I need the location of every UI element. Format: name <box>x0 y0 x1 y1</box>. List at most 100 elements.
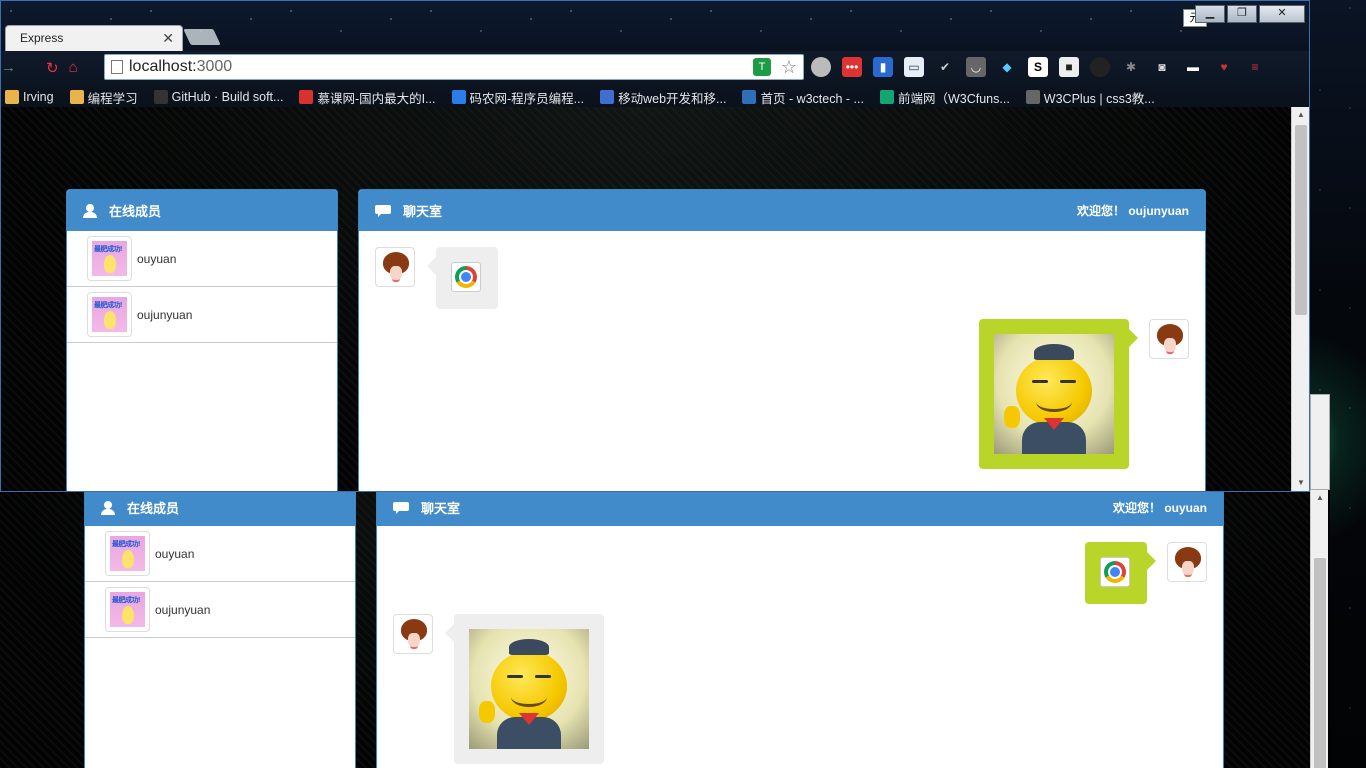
chat-icon <box>393 501 409 514</box>
diamond-extension-icon[interactable]: ◆ <box>997 57 1017 77</box>
bookmark-item[interactable]: 前端网（W3Cfuns... <box>879 83 1026 107</box>
scroll-thumb[interactable] <box>1295 125 1307 315</box>
github-icon <box>153 90 168 104</box>
bookmark-item[interactable]: GitHub · Build soft... <box>153 83 300 107</box>
check-extension-icon[interactable]: ✔ <box>935 57 955 77</box>
imooc-icon <box>299 90 314 104</box>
codeceo-icon <box>451 90 466 104</box>
vertical-scrollbar-bottom[interactable]: ▲ <box>1310 490 1328 768</box>
member-item[interactable]: ouyuan <box>67 231 337 287</box>
meme-image <box>469 629 589 749</box>
bookmark-label: 慕课网-国内最大的I... <box>317 91 436 106</box>
scroll-up-arrow-icon[interactable]: ▲ <box>1292 107 1310 123</box>
user-icon <box>83 203 97 218</box>
online-members-panel: 在线成员 ouyuan oujunyuan <box>84 490 356 768</box>
own-avatar <box>1167 542 1207 582</box>
s-extension-icon[interactable]: S <box>1028 57 1048 77</box>
tab-title: Express <box>20 31 64 45</box>
online-members-panel: 在线成员 ouyuan oujunyuan <box>66 189 338 491</box>
member-name: oujunyuan <box>155 602 211 617</box>
bookmark-item[interactable]: 编程学习 <box>69 83 154 107</box>
dots-extension-icon[interactable]: ••• <box>842 57 862 77</box>
bookmark-item[interactable]: 码农网-程序员编程... <box>451 83 601 107</box>
heart-extension-icon[interactable]: ♥ <box>1214 57 1234 77</box>
scroll-thumb[interactable] <box>1314 558 1326 768</box>
bookmarks-bar: Irving 编程学习 GitHub · Build soft... 慕课网-国内最大… <box>1 83 1309 107</box>
members-title: 在线成员 <box>127 501 180 516</box>
window-extension-icon[interactable]: ▭ <box>904 57 924 77</box>
own-avatar <box>1149 319 1189 359</box>
scroll-up-arrow-icon[interactable]: ▲ <box>1311 490 1329 506</box>
bookmark-item[interactable]: 移动web开发和移... <box>600 83 742 107</box>
new-tab-button[interactable] <box>183 29 221 45</box>
car-extension-icon[interactable]: ▬ <box>1183 57 1203 77</box>
globe-extension-icon[interactable] <box>811 57 831 77</box>
browser-window-top: Express ✕ 元 ▁ ❐ ✕ → ↻ ⌂ localhost:3000 T… <box>0 0 1310 492</box>
browser-window-bottom: 在线成员 ouyuan oujunyuan 聊天室 欢迎您！ ouyuan <box>0 490 1330 768</box>
spy-extension-icon[interactable]: ■ <box>1059 57 1079 77</box>
page-icon <box>111 60 123 74</box>
bookmark-label: GitHub · Build soft... <box>171 90 284 104</box>
members-header: 在线成员 <box>67 190 337 231</box>
sender-avatar <box>375 247 415 287</box>
w3cfuns-icon <box>879 90 894 104</box>
folder-icon <box>69 90 84 104</box>
gear-extension-icon[interactable]: ✱ <box>1121 57 1141 77</box>
maximize-button[interactable]: ❐ <box>1227 5 1257 23</box>
member-avatar <box>105 587 150 632</box>
close-window-button[interactable]: ✕ <box>1259 5 1305 23</box>
chat-header: 聊天室 欢迎您！ ouyuan <box>377 490 1223 526</box>
incoming-message <box>427 247 498 309</box>
folder-icon <box>5 90 19 104</box>
page-viewport: 在线成员 ouyuan oujunyuan 聊天室 欢迎您！ oujunyuan <box>1 107 1291 491</box>
tab-close-icon[interactable]: ✕ <box>162 30 174 47</box>
member-item[interactable]: oujunyuan <box>85 582 355 638</box>
camera-extension-icon[interactable]: ◙ <box>1152 57 1172 77</box>
members-title: 在线成员 <box>109 204 162 219</box>
member-item[interactable]: oujunyuan <box>67 287 337 343</box>
bookmark-item[interactable]: 首页 - w3ctech - ... <box>742 83 880 107</box>
incoming-message <box>445 614 604 764</box>
minimize-button[interactable]: ▁ <box>1195 5 1225 23</box>
background-window-edge <box>1310 394 1330 490</box>
bookmark-item[interactable]: 慕课网-国内最大的I... <box>299 83 451 107</box>
extension-icons: ••• ▮ ▭ ✔ ◡ ◆ S ■ ✱ ◙ ▬ ♥ ≡ <box>811 57 1265 77</box>
bookmark-item[interactable]: Irving <box>5 83 70 107</box>
chat-title: 聊天室 <box>403 204 443 219</box>
meme-image <box>994 334 1114 454</box>
member-item[interactable]: ouyuan <box>85 526 355 582</box>
welcome-text: 欢迎您！ ouyuan <box>1112 501 1207 515</box>
reload-icon[interactable]: ↻ <box>46 59 59 77</box>
circle-extension-icon[interactable] <box>1090 57 1110 77</box>
user-icon <box>101 500 115 515</box>
bookmark-label: W3CPlus | css3教... <box>1043 91 1155 106</box>
bookmark-star-icon[interactable]: ☆ <box>781 55 797 79</box>
w3cplus-icon <box>1025 90 1040 104</box>
pocket-extension-icon[interactable]: ◡ <box>966 57 986 77</box>
scroll-down-arrow-icon[interactable]: ▼ <box>1292 475 1310 491</box>
chat-header: 聊天室 欢迎您！ oujunyuan <box>359 190 1205 231</box>
sender-avatar <box>393 614 433 654</box>
bookmark-label: 前端网（W3Cfuns... <box>897 91 1010 106</box>
address-bar[interactable]: localhost:3000 T ☆ <box>104 54 804 80</box>
tab-express[interactable]: Express ✕ <box>5 25 183 51</box>
shield-extension-icon[interactable]: T <box>753 58 771 76</box>
chat-room-panel: 聊天室 欢迎您！ oujunyuan <box>358 189 1206 491</box>
home-icon[interactable]: ⌂ <box>69 59 78 77</box>
nav-buttons: → ↻ ⌂ <box>1 59 78 77</box>
vertical-scrollbar[interactable]: ▲ ▼ <box>1291 107 1309 491</box>
mobile-web-icon <box>600 90 615 104</box>
window-controls: ▁ ❐ ✕ <box>1195 5 1305 23</box>
browser-toolbar: → ↻ ⌂ localhost:3000 T ☆ ••• ▮ ▭ ✔ ◡ ◆ S… <box>1 51 1309 83</box>
bookmark-label: Irving <box>23 90 54 104</box>
bookmark-label: 移动web开发和移... <box>618 91 727 106</box>
url-host: localhost: <box>129 58 197 75</box>
bookmark-label: 编程学习 <box>87 91 138 106</box>
chart-extension-icon[interactable]: ▮ <box>873 57 893 77</box>
menu-icon[interactable]: ≡ <box>1245 57 1265 77</box>
bookmark-item[interactable]: W3CPlus | css3教... <box>1025 83 1171 107</box>
title-bar: Express ✕ 元 ▁ ❐ ✕ <box>1 1 1309 51</box>
forward-icon[interactable]: → <box>1 59 16 77</box>
members-header: 在线成员 <box>85 490 355 526</box>
outgoing-message <box>1085 542 1156 604</box>
